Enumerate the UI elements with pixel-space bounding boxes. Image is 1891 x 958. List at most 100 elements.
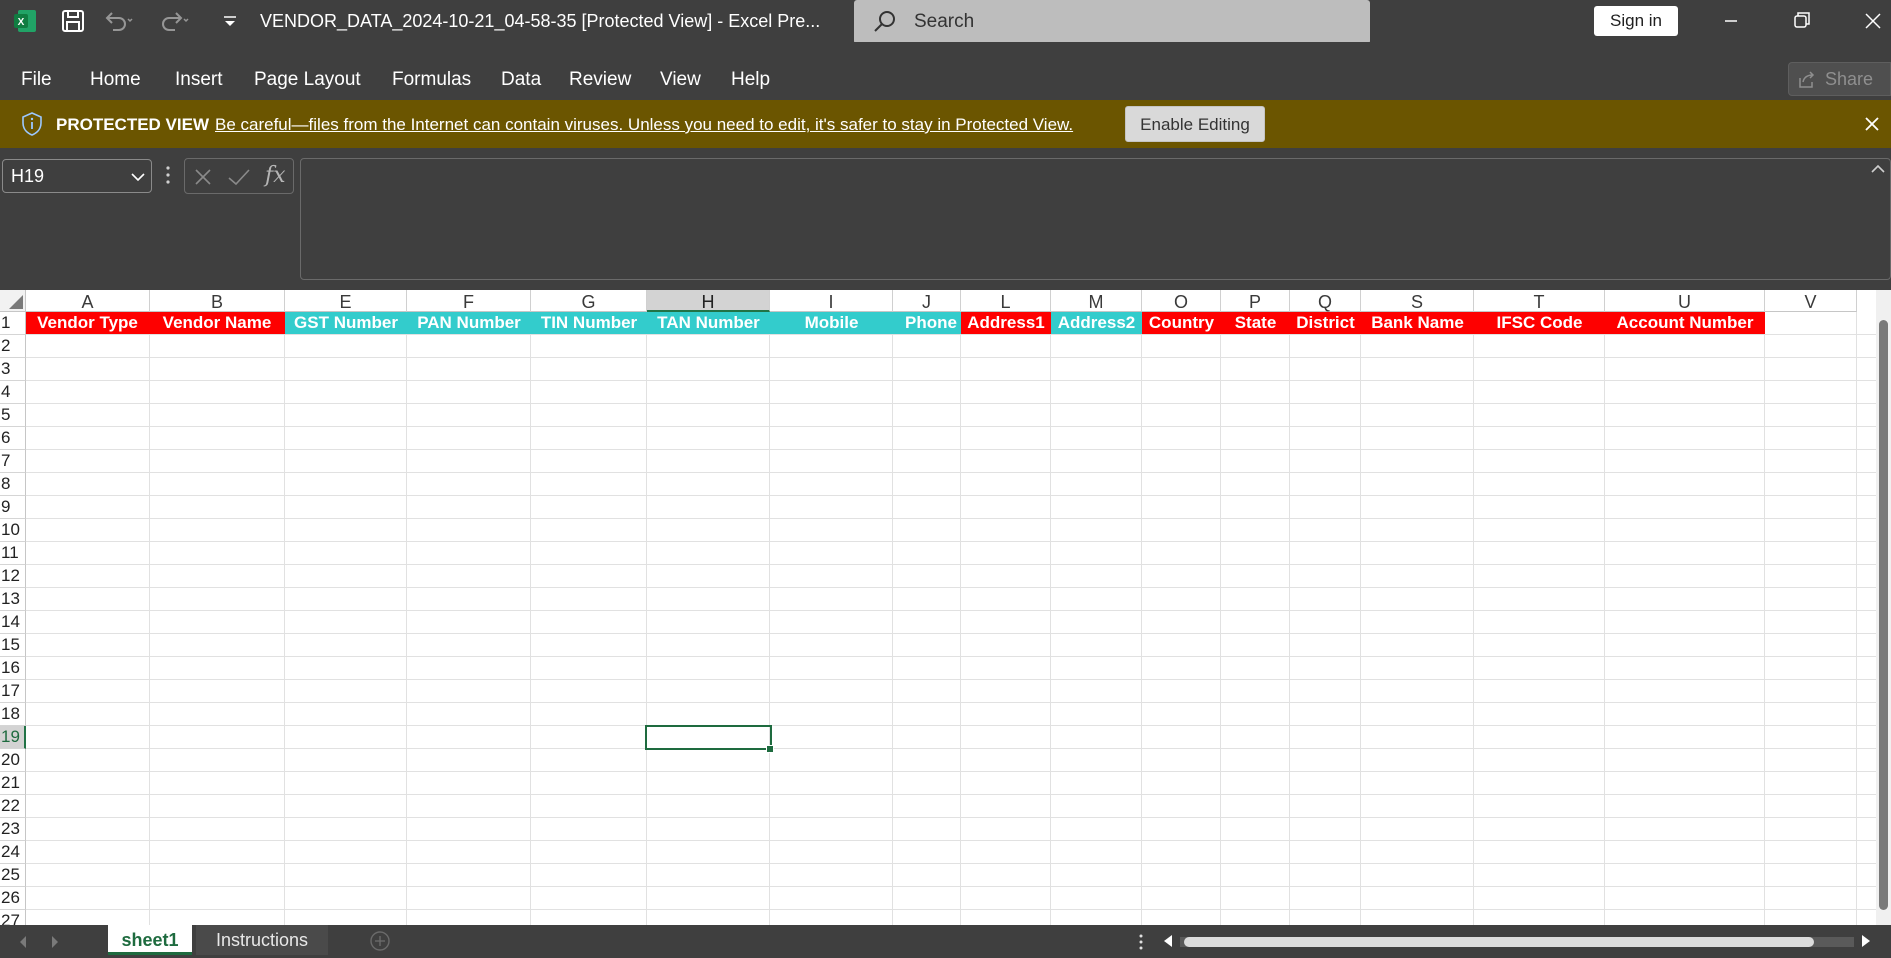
header-cell-district[interactable]: District bbox=[1290, 312, 1361, 334]
column-header[interactable]: P bbox=[1221, 290, 1290, 312]
tab-formulas[interactable]: Formulas bbox=[392, 69, 471, 91]
header-cell-account-number[interactable]: Account Number bbox=[1605, 312, 1765, 334]
column-header[interactable]: O bbox=[1142, 290, 1221, 312]
row-header[interactable]: 20 bbox=[0, 749, 26, 772]
row-header[interactable]: 14 bbox=[0, 611, 26, 634]
collapse-formula-bar-icon[interactable] bbox=[1870, 164, 1886, 174]
column-header[interactable]: L bbox=[961, 290, 1051, 312]
header-cell-address1[interactable]: Address1 bbox=[961, 312, 1051, 334]
row-header[interactable]: 12 bbox=[0, 565, 26, 588]
fill-handle[interactable] bbox=[766, 745, 774, 753]
row-header[interactable]: 4 bbox=[0, 381, 26, 404]
header-cell-gst-number[interactable]: GST Number bbox=[285, 312, 407, 334]
row-header[interactable]: 8 bbox=[0, 473, 26, 496]
column-header[interactable]: I bbox=[770, 290, 893, 312]
cancel-entry-icon[interactable] bbox=[193, 167, 213, 187]
cell-area[interactable]: Vendor Type Vendor Name GST Number PAN N… bbox=[26, 312, 1891, 925]
search-box[interactable]: Search bbox=[854, 0, 1370, 44]
row-header[interactable]: 24 bbox=[0, 841, 26, 864]
select-all-corner[interactable] bbox=[0, 290, 26, 312]
tab-view[interactable]: View bbox=[660, 69, 701, 91]
column-header[interactable]: V bbox=[1765, 290, 1857, 312]
row-header[interactable]: 1 bbox=[0, 312, 26, 335]
customize-toolbar-icon[interactable] bbox=[222, 12, 238, 30]
horizontal-scroll-thumb[interactable] bbox=[1184, 937, 1814, 947]
row-header[interactable]: 16 bbox=[0, 657, 26, 680]
row-header[interactable]: 7 bbox=[0, 450, 26, 473]
column-header[interactable]: B bbox=[150, 290, 285, 312]
insert-function-icon[interactable]: fx bbox=[265, 163, 286, 188]
row-header[interactable]: 13 bbox=[0, 588, 26, 611]
column-header[interactable]: M bbox=[1051, 290, 1142, 312]
tab-insert[interactable]: Insert bbox=[175, 69, 223, 91]
row-header[interactable]: 25 bbox=[0, 864, 26, 887]
column-header[interactable]: S bbox=[1361, 290, 1474, 312]
name-box[interactable]: H19 bbox=[2, 159, 152, 193]
scroll-left-icon[interactable] bbox=[1162, 934, 1174, 948]
sheet-tab-sheet1[interactable]: sheet1 bbox=[108, 925, 192, 955]
row-header[interactable]: 9 bbox=[0, 496, 26, 519]
row-header[interactable]: 10 bbox=[0, 519, 26, 542]
header-cell-bank-name[interactable]: Bank Name bbox=[1361, 312, 1474, 334]
header-cell-phone[interactable]: Phone bbox=[893, 312, 961, 334]
sheet-tab-instructions[interactable]: Instructions bbox=[196, 925, 328, 955]
share-button[interactable]: Share bbox=[1788, 62, 1891, 96]
column-header[interactable]: E bbox=[285, 290, 407, 312]
column-header[interactable]: G bbox=[531, 290, 647, 312]
row-header[interactable]: 5 bbox=[0, 404, 26, 427]
tab-help[interactable]: Help bbox=[731, 69, 770, 91]
vertical-scrollbar[interactable] bbox=[1876, 290, 1891, 925]
minimize-icon[interactable] bbox=[1706, 0, 1756, 42]
chevron-down-icon[interactable] bbox=[131, 172, 145, 182]
close-icon[interactable] bbox=[1848, 0, 1891, 42]
header-cell-mobile[interactable]: Mobile bbox=[770, 312, 893, 334]
protected-view-message[interactable]: Be careful—files from the Internet can c… bbox=[215, 115, 1073, 135]
active-cell-h19[interactable] bbox=[645, 725, 772, 750]
row-header[interactable]: 22 bbox=[0, 795, 26, 818]
header-cell-address2[interactable]: Address2 bbox=[1051, 312, 1142, 334]
horizontal-scrollbar[interactable] bbox=[1158, 929, 1876, 953]
undo-icon[interactable] bbox=[104, 10, 134, 32]
close-bar-icon[interactable] bbox=[1862, 114, 1882, 134]
header-cell-pan-number[interactable]: PAN Number bbox=[407, 312, 531, 334]
column-header[interactable]: J bbox=[893, 290, 961, 312]
more-options-icon[interactable] bbox=[165, 164, 171, 186]
row-header[interactable]: 3 bbox=[0, 358, 26, 381]
row-header[interactable]: 27 bbox=[0, 910, 26, 925]
header-cell-ifsc-code[interactable]: IFSC Code bbox=[1474, 312, 1605, 334]
row-header[interactable]: 18 bbox=[0, 703, 26, 726]
column-header-selected[interactable]: H bbox=[647, 290, 770, 312]
row-header[interactable]: 2 bbox=[0, 335, 26, 358]
save-icon[interactable] bbox=[60, 8, 86, 34]
tab-data[interactable]: Data bbox=[501, 69, 541, 91]
row-header[interactable]: 6 bbox=[0, 427, 26, 450]
sign-in-button[interactable]: Sign in bbox=[1594, 6, 1678, 36]
previous-sheet-icon[interactable] bbox=[18, 935, 28, 949]
column-header[interactable]: A bbox=[26, 290, 150, 312]
column-header[interactable]: F bbox=[407, 290, 531, 312]
tab-bar-resize-icon[interactable] bbox=[1138, 933, 1144, 951]
row-header[interactable]: 15 bbox=[0, 634, 26, 657]
column-header[interactable]: T bbox=[1474, 290, 1605, 312]
scroll-right-icon[interactable] bbox=[1860, 934, 1872, 948]
header-cell-state[interactable]: State bbox=[1221, 312, 1290, 334]
tab-file[interactable]: File bbox=[21, 69, 52, 91]
header-cell-tan-number[interactable]: TAN Number bbox=[647, 312, 770, 334]
header-cell-vendor-name[interactable]: Vendor Name bbox=[149, 312, 285, 334]
tab-review[interactable]: Review bbox=[569, 69, 631, 91]
next-sheet-icon[interactable] bbox=[50, 935, 60, 949]
column-header[interactable]: U bbox=[1605, 290, 1765, 312]
restore-icon[interactable] bbox=[1776, 0, 1826, 42]
redo-icon[interactable] bbox=[160, 10, 190, 32]
header-cell-vendor-type[interactable]: Vendor Type bbox=[26, 312, 149, 334]
vertical-scroll-thumb[interactable] bbox=[1879, 320, 1888, 910]
row-header[interactable]: 26 bbox=[0, 887, 26, 910]
tab-home[interactable]: Home bbox=[90, 69, 141, 91]
row-header[interactable]: 17 bbox=[0, 680, 26, 703]
header-cell-country[interactable]: Country bbox=[1142, 312, 1221, 334]
row-header-selected[interactable]: 19 bbox=[0, 726, 26, 749]
header-cell-tin-number[interactable]: TIN Number bbox=[531, 312, 647, 334]
tab-page-layout[interactable]: Page Layout bbox=[254, 69, 361, 91]
add-sheet-icon[interactable] bbox=[330, 928, 400, 954]
formula-input[interactable] bbox=[300, 158, 1891, 280]
